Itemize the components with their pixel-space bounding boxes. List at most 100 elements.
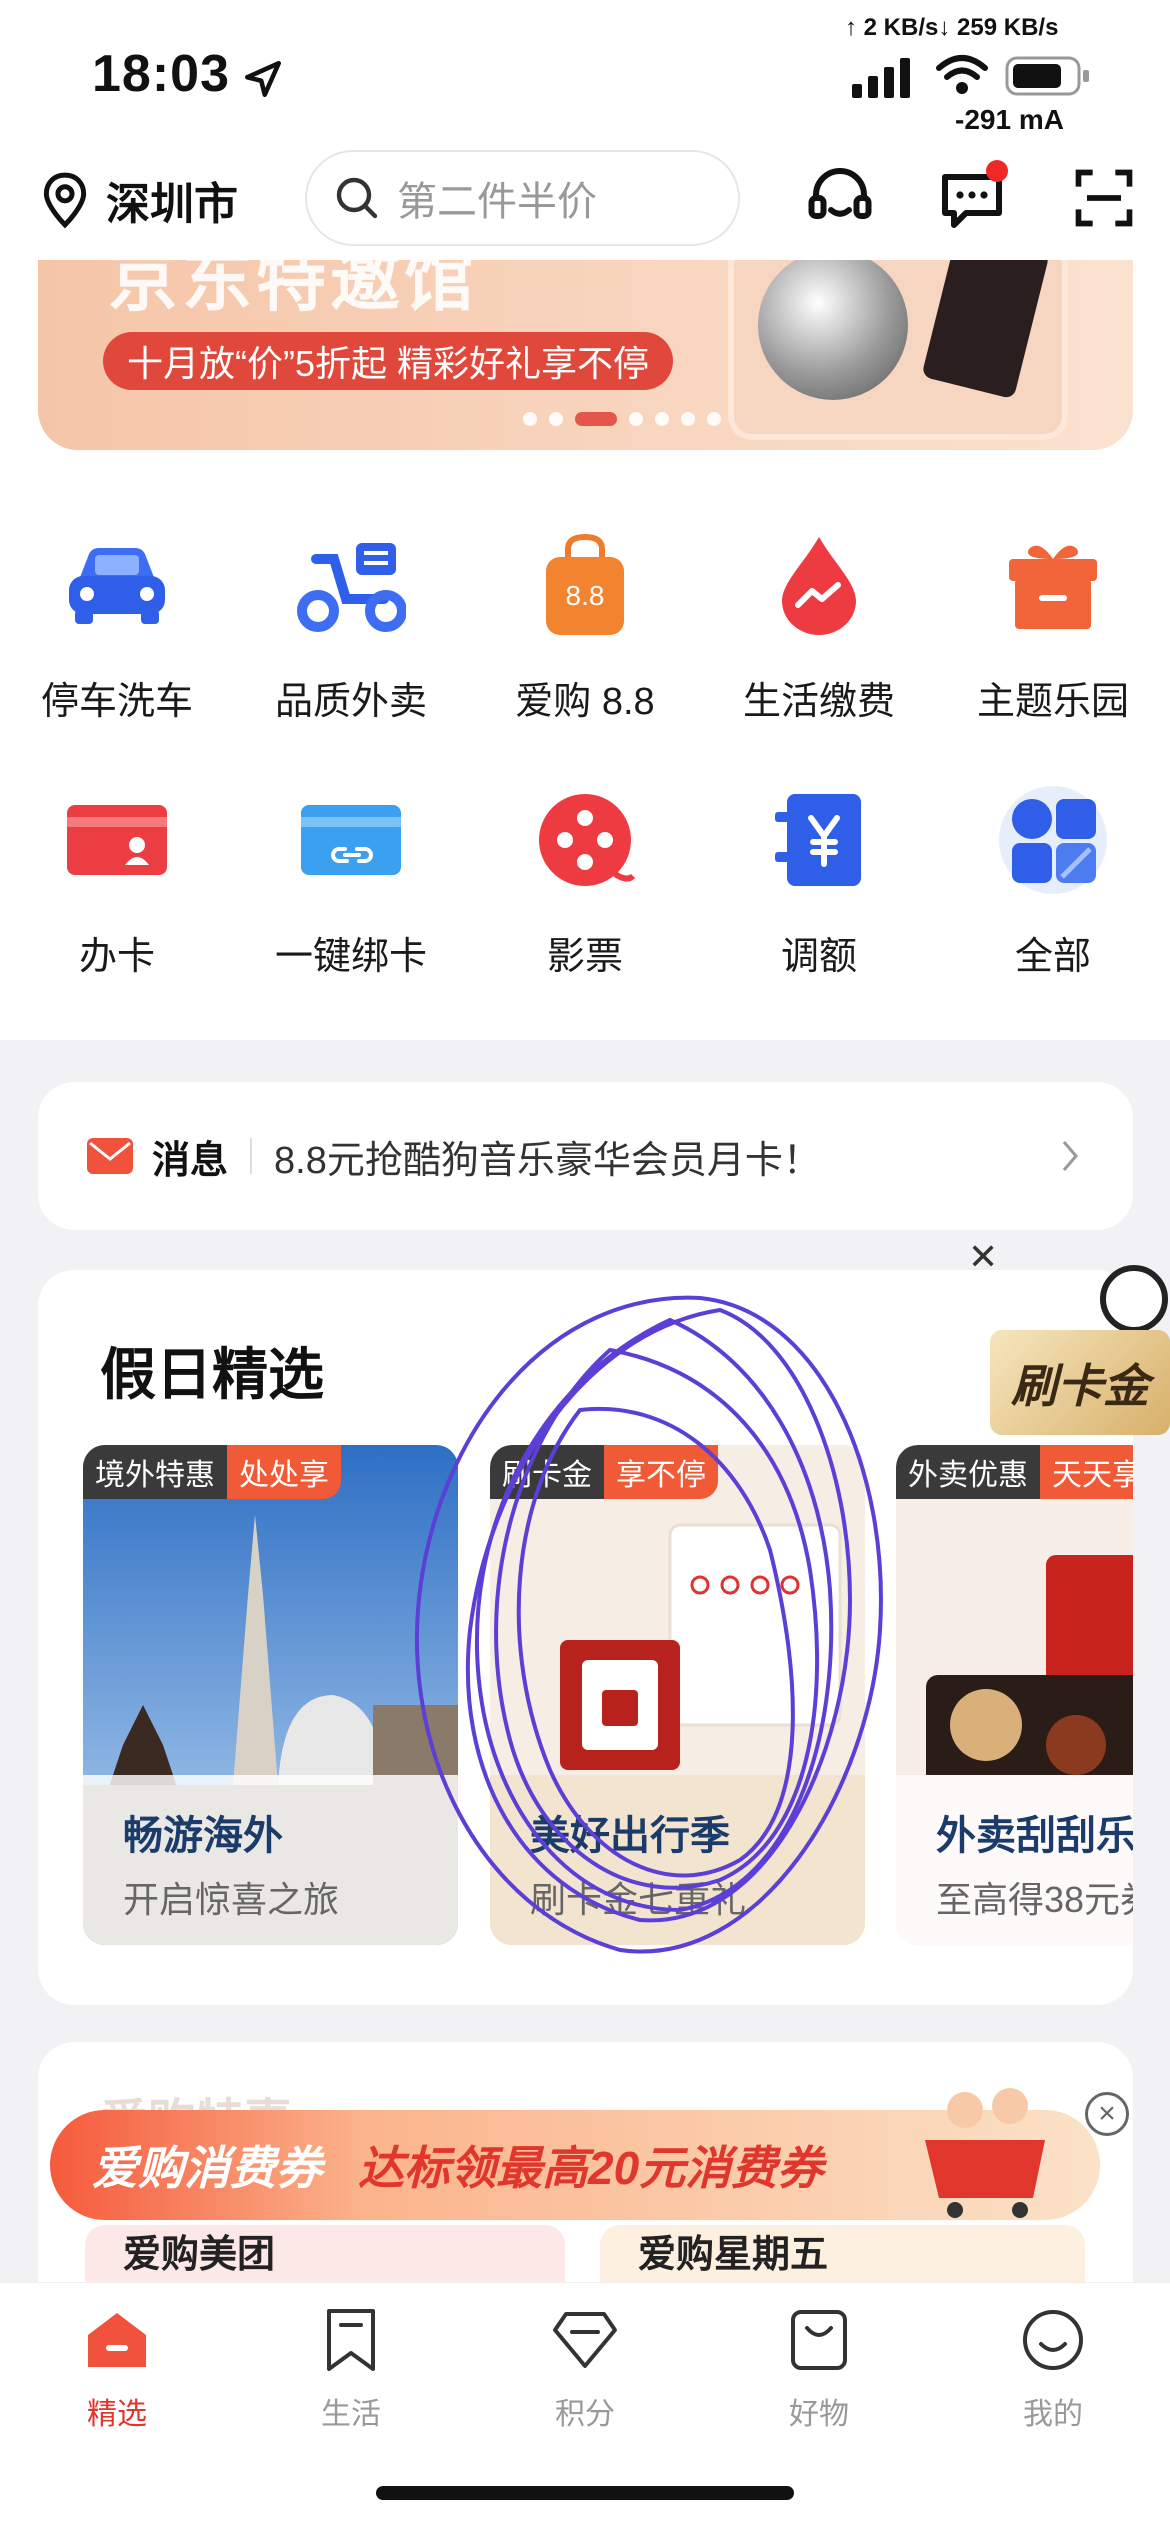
signal-icon — [852, 58, 910, 98]
mail-icon — [87, 1138, 133, 1174]
tab-label: 好物 — [789, 2398, 849, 2431]
service-parking-wash[interactable]: 停车洗车 — [0, 530, 234, 725]
pagination-dot — [523, 412, 537, 426]
holiday-card-delivery[interactable]: 外卖优惠 天天享 外卖刮刮乐 至高得38元券 — [896, 1445, 1133, 1945]
service-life-bills[interactable]: 生活缴费 — [702, 530, 936, 725]
card-subtitle: 刷卡金七重礼 — [530, 1879, 747, 1920]
service-label: 办卡 — [78, 936, 155, 978]
customer-service-button[interactable] — [800, 158, 880, 238]
battery-current: -291 mA — [955, 104, 1064, 135]
bag-icon — [791, 2310, 847, 2370]
message-divider — [250, 1138, 253, 1174]
card-tag: 刷卡金 — [490, 1445, 604, 1499]
pagination-dot — [681, 412, 695, 426]
card-tag: 外卖优惠 — [896, 1445, 1040, 1499]
float-ad-close-button[interactable]: ✕ — [968, 1236, 998, 1278]
card-caption: 畅游海外 开启惊喜之旅 — [83, 1775, 458, 1945]
service-bind-card[interactable]: 一键绑卡 — [234, 785, 468, 980]
service-all[interactable]: 全部 — [936, 785, 1170, 980]
wifi-icon — [936, 55, 988, 94]
service-grid: 停车洗车 品质外卖 8.8 爱购 8.8 生活缴费 主题乐园 办卡 一键绑卡 影… — [0, 530, 1170, 980]
service-label: 影票 — [546, 936, 623, 978]
search-input[interactable]: 第二件半价 — [305, 150, 740, 246]
banner-pagination — [523, 412, 721, 426]
card-tags: 外卖优惠 天天享 — [896, 1445, 1133, 1499]
home-indicator — [376, 2486, 794, 2500]
deal-card-title: 爱购星期五 — [638, 2234, 829, 2276]
home-icon — [88, 2313, 146, 2367]
promo-banner[interactable]: 京东特邀馆 十月放“价”5折起 精彩好礼享不停 — [38, 260, 1133, 450]
service-theme-park[interactable]: 主题乐园 — [936, 530, 1170, 725]
battery-icon — [1005, 56, 1089, 96]
coupon-banner[interactable]: 爱购消费券 达标领最高20元消费券 — [50, 2088, 1100, 2220]
deal-card-meituan[interactable]: 爱购美团 — [85, 2225, 565, 2285]
message-bar[interactable]: 消息 8.8元抢酷狗音乐豪华会员月卡！ — [38, 1082, 1133, 1230]
card-tag-highlight: 享不停 — [604, 1445, 718, 1499]
card-icon — [67, 805, 167, 875]
card-tag: 境外特惠 — [83, 1445, 227, 1499]
yuan-icon — [775, 794, 861, 886]
pagination-dot — [707, 412, 721, 426]
tab-points[interactable]: 积分 — [468, 2303, 702, 2433]
card-tags: 刷卡金 享不停 — [490, 1445, 718, 1499]
service-food-delivery[interactable]: 品质外卖 — [234, 530, 468, 725]
status-time: 18:03 — [92, 45, 230, 103]
service-label: 全部 — [1014, 936, 1091, 978]
card-tag-highlight: 处处享 — [227, 1445, 341, 1499]
service-adjust-limit[interactable]: 调额 — [702, 785, 936, 980]
service-apply-card[interactable]: 办卡 — [0, 785, 234, 980]
grid-icon — [999, 786, 1107, 894]
holiday-card-travel[interactable]: 刷卡金 享不停 美好出行季 刷卡金七重礼 — [490, 1445, 865, 1945]
service-label: 调额 — [780, 936, 857, 978]
top-section: 京东特邀馆 十月放“价”5折起 精彩好礼享不停 停车洗车 品质外卖 8.8 爱购… — [0, 260, 1170, 1040]
coupon-title: 爱购消费券 — [92, 2142, 322, 2194]
city-selector[interactable]: 深圳市 — [40, 168, 238, 232]
pagination-dot — [549, 412, 563, 426]
card-subtitle: 至高得38元券 — [936, 1879, 1133, 1920]
pagination-dot-active — [575, 412, 617, 426]
headset-icon — [808, 168, 872, 219]
film-reel-icon — [539, 794, 635, 886]
shopping-bag-icon: 8.8 — [546, 533, 624, 635]
panda-mascot-icon — [1100, 1265, 1168, 1333]
section-title: 假日精选 — [100, 1343, 324, 1406]
city-name: 深圳市 — [106, 180, 238, 229]
card-subtitle: 开启惊喜之旅 — [123, 1879, 340, 1920]
scooter-icon — [297, 543, 406, 632]
smile-icon — [1023, 2310, 1083, 2370]
pagination-dot — [629, 412, 643, 426]
tab-life[interactable]: 生活 — [234, 2303, 468, 2433]
holiday-card-overseas[interactable]: 境外特惠 处处享 畅游海外 开启惊喜之旅 — [83, 1445, 458, 1945]
service-label: 停车洗车 — [40, 681, 193, 723]
coupon-close-button[interactable]: × — [1085, 2092, 1129, 2136]
chevron-right-icon — [1062, 1141, 1078, 1171]
card-tag-highlight: 天天享 — [1040, 1445, 1133, 1499]
scan-button[interactable] — [1064, 158, 1144, 238]
gift-icon — [1009, 545, 1097, 629]
status-bar: 18:03 ↑ 2 KB/s↓ 259 KB/s -291 mA — [0, 0, 1170, 150]
message-text: 8.8元抢酷狗音乐豪华会员月卡！ — [274, 1139, 821, 1182]
deal-card-title: 爱购美团 — [123, 2234, 276, 2276]
tab-label: 生活 — [321, 2398, 381, 2431]
deal-card-friday[interactable]: 爱购星期五 — [600, 2225, 1085, 2285]
search-icon — [336, 177, 378, 219]
service-label: 爱购 8.8 — [515, 681, 655, 723]
tab-label: 精选 — [87, 2398, 147, 2431]
service-label: 主题乐园 — [976, 681, 1129, 723]
float-ad-card-bonus[interactable]: 刷卡金 — [990, 1330, 1170, 1435]
coupon-offer: 达标领最高20元消费券 — [358, 2142, 824, 2194]
service-movie-tickets[interactable]: 影票 — [468, 785, 702, 980]
holiday-picks-section: 假日精选 境外特惠 处处享 畅游海外 开启惊喜之旅 刷卡金 享不停 美好出行季 … — [38, 1270, 1133, 2005]
card-title: 美好出行季 — [530, 1814, 730, 1858]
messages-button[interactable] — [932, 158, 1012, 238]
service-aigou[interactable]: 8.8 爱购 8.8 — [468, 530, 702, 725]
tab-goods[interactable]: 好物 — [702, 2303, 936, 2433]
tab-mine[interactable]: 我的 — [936, 2303, 1170, 2433]
tab-home[interactable]: 精选 — [0, 2303, 234, 2433]
svg-text:8.8: 8.8 — [566, 580, 605, 611]
pagination-dot — [655, 412, 669, 426]
card-title: 畅游海外 — [123, 1814, 283, 1858]
card-caption: 美好出行季 刷卡金七重礼 — [490, 1775, 865, 1945]
card-tags: 境外特惠 处处享 — [83, 1445, 341, 1499]
service-label: 品质外卖 — [274, 681, 427, 723]
